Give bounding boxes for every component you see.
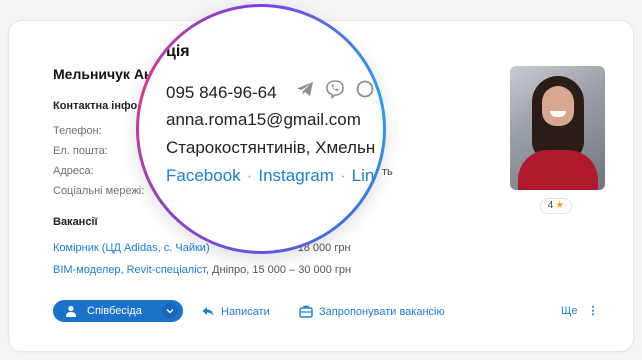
background-text-fragment: ть bbox=[382, 166, 393, 178]
candidate-name: Мельничук Ан bbox=[53, 66, 153, 82]
instagram-link[interactable]: Instagram bbox=[258, 166, 334, 185]
email-value[interactable]: anna.roma15@gmail.com bbox=[166, 110, 361, 130]
briefcase-icon bbox=[299, 305, 313, 318]
offer-vacancy-button[interactable]: Запропонувати вакансію bbox=[299, 304, 445, 318]
write-label: Написати bbox=[221, 306, 270, 318]
separator: · bbox=[339, 166, 346, 185]
skype-icon[interactable] bbox=[355, 79, 375, 104]
address-label: Адреса: bbox=[53, 165, 94, 177]
kebab-menu-icon: ⋮ bbox=[587, 305, 599, 317]
chevron-down-icon[interactable] bbox=[162, 303, 178, 319]
vacancy-details: , Дніпро, 15 000 – 30 000 грн bbox=[205, 264, 352, 276]
reply-icon bbox=[202, 307, 214, 316]
interview-label: Співбесіда bbox=[87, 305, 142, 317]
rating-value: 4 bbox=[547, 200, 554, 211]
more-label: Ще bbox=[561, 305, 578, 317]
linkedin-link[interactable]: Lin bbox=[352, 166, 375, 185]
address-value: Старокостянтинів, Хмельн bbox=[166, 138, 376, 157]
facebook-link[interactable]: Facebook bbox=[166, 166, 241, 185]
email-label: Ел. пошта: bbox=[53, 145, 108, 157]
rating-badge: 4 ★ bbox=[540, 198, 572, 214]
phone-label: Телефон: bbox=[53, 125, 102, 137]
vacancies-heading: Вакансії bbox=[53, 216, 98, 228]
candidate-photo[interactable] bbox=[510, 66, 605, 190]
vacancy-link[interactable]: Комірник (ЦД Adidas, с. Чайки) bbox=[53, 242, 210, 254]
interview-button[interactable]: Співбесіда bbox=[53, 300, 183, 322]
star-icon: ★ bbox=[555, 200, 565, 211]
write-button[interactable]: Написати bbox=[201, 304, 270, 318]
vacancy-item: BIM-моделер, Revit-спеціаліст, Дніпро, 1… bbox=[53, 264, 351, 276]
viber-icon[interactable] bbox=[325, 79, 345, 104]
telegram-icon[interactable] bbox=[295, 79, 315, 104]
more-button[interactable]: Ще ⋮ bbox=[561, 304, 598, 317]
social-links: Facebook · Instagram · Lin bbox=[166, 166, 374, 186]
phone-value[interactable]: 095 846-96-64 bbox=[166, 83, 277, 103]
contact-info-heading: Контактна інфо bbox=[53, 100, 138, 112]
separator: · bbox=[246, 166, 253, 185]
vacancy-link[interactable]: BIM-моделер, Revit-спеціаліст bbox=[53, 264, 206, 276]
offer-vacancy-label: Запропонувати вакансію bbox=[319, 306, 445, 318]
magnifier-lens: ція 095 846-96-64 anna.roma15@gmail.com … bbox=[139, 7, 383, 251]
social-label: Соціальні мережі: bbox=[53, 185, 145, 197]
user-icon bbox=[66, 305, 76, 317]
lens-title-fragment: ція bbox=[166, 43, 190, 60]
